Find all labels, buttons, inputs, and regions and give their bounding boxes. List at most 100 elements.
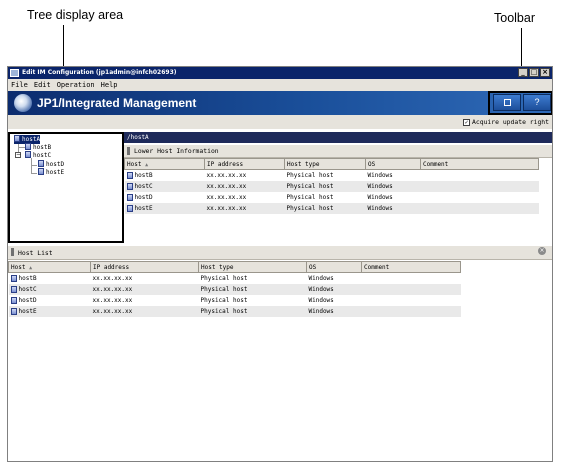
product-logo bbox=[14, 94, 32, 112]
tree-item-label: hostA bbox=[22, 136, 41, 143]
menu-edit[interactable]: Edit bbox=[34, 79, 51, 91]
acquire-update-right-checkbox[interactable]: ✓ bbox=[463, 118, 471, 126]
host-type-cell: Physical host bbox=[284, 202, 366, 214]
close-button[interactable]: × bbox=[540, 68, 550, 77]
host-cell: hostD bbox=[18, 296, 37, 304]
menu-file[interactable]: File bbox=[11, 79, 28, 91]
comment-cell bbox=[420, 180, 539, 192]
table-row[interactable]: hostD xx.xx.xx.xx Physical host Windows bbox=[125, 192, 539, 203]
host-cell: hostE bbox=[134, 204, 153, 212]
column-header-os[interactable]: OS bbox=[365, 158, 421, 170]
ip-cell: xx.xx.xx.xx bbox=[206, 193, 247, 201]
menu-help[interactable]: Help bbox=[101, 79, 118, 91]
app-icon bbox=[10, 69, 19, 77]
options-bar: ✓ Acquire update right bbox=[8, 115, 552, 129]
ip-cell: xx.xx.xx.xx bbox=[92, 296, 133, 304]
maximize-button[interactable]: □ bbox=[529, 68, 539, 77]
ip-cell: xx.xx.xx.xx bbox=[90, 283, 199, 295]
host-icon bbox=[10, 307, 17, 315]
lower-host-info-table: Host ▲ IP address Host type OS Comment h… bbox=[124, 158, 539, 214]
host-icon bbox=[25, 151, 31, 158]
tree-display-area-callout: Tree display area bbox=[27, 8, 124, 22]
host-cell: hostB bbox=[134, 171, 153, 179]
ip-cell: xx.xx.xx.xx bbox=[90, 305, 199, 317]
menu-operation[interactable]: Operation bbox=[57, 79, 95, 91]
table-row[interactable]: hostE xx.xx.xx.xx Physical host Windows bbox=[124, 202, 539, 214]
tree-connector bbox=[31, 158, 32, 174]
table-row[interactable]: hostB xx.xx.xx.xx Physical host Windows bbox=[125, 170, 539, 181]
table-row[interactable]: hostC xx.xx.xx.xx Physical host Windows bbox=[124, 180, 539, 192]
lower-host-info-title: Lower Host Information bbox=[134, 147, 219, 155]
host-cell: hostC bbox=[134, 182, 153, 190]
os-cell: Windows bbox=[365, 180, 421, 192]
host-list-table: Host ▲ IP address Host type OS Comment h… bbox=[8, 261, 461, 317]
column-header-host-type[interactable]: Host type bbox=[198, 261, 307, 273]
tree-display-area: hostA hostB − hostC hostD hostE bbox=[8, 132, 124, 243]
acquire-update-right-label: Acquire update right bbox=[472, 118, 549, 126]
title-bar: Edit IM Configuration (jp1admin@infch026… bbox=[8, 67, 552, 79]
column-header-ip[interactable]: IP address bbox=[90, 261, 199, 273]
os-cell: Windows bbox=[367, 193, 393, 201]
table-row[interactable]: hostB xx.xx.xx.xx Physical host Windows bbox=[9, 273, 461, 284]
os-cell: Windows bbox=[306, 305, 362, 317]
column-header-comment[interactable]: Comment bbox=[420, 158, 539, 170]
tree-item-label: hostC bbox=[33, 152, 52, 159]
app-header: JP1/Integrated Management ? bbox=[8, 91, 552, 115]
collapse-hostC-icon[interactable]: − bbox=[15, 152, 21, 158]
app-window: Edit IM Configuration (jp1admin@infch026… bbox=[7, 66, 553, 462]
host-icon bbox=[10, 274, 17, 282]
host-type-cell: Physical host bbox=[198, 283, 307, 295]
table-row[interactable]: hostD xx.xx.xx.xx Physical host Windows bbox=[9, 295, 461, 306]
host-icon bbox=[38, 168, 44, 175]
host-cell: hostE bbox=[18, 307, 37, 315]
sort-ascending-icon: ▲ bbox=[145, 161, 149, 168]
column-header-os[interactable]: OS bbox=[306, 261, 362, 273]
host-icon bbox=[126, 171, 133, 179]
comment-cell bbox=[362, 295, 461, 306]
app-name: JP1/Integrated Management bbox=[37, 96, 197, 110]
tree-connector bbox=[31, 173, 37, 174]
lower-host-info-title-bar: Lower Host Information bbox=[124, 145, 552, 158]
host-icon bbox=[25, 143, 31, 150]
column-header-host[interactable]: Host ▲ bbox=[124, 158, 205, 170]
host-type-cell: Physical host bbox=[286, 171, 334, 179]
comment-cell bbox=[421, 170, 539, 181]
column-header-host-type[interactable]: Host type bbox=[284, 158, 366, 170]
host-cell: hostD bbox=[134, 193, 153, 201]
tree-connector bbox=[18, 147, 25, 148]
host-icon bbox=[14, 135, 20, 142]
column-header-host[interactable]: Host ▲ bbox=[8, 261, 91, 273]
minimize-button[interactable]: _ bbox=[518, 68, 528, 77]
ip-cell: xx.xx.xx.xx bbox=[92, 274, 133, 282]
acquire-update-right-option[interactable]: ✓ Acquire update right bbox=[463, 117, 549, 127]
panel-grip-icon bbox=[127, 147, 130, 155]
tree-connector bbox=[31, 165, 37, 166]
host-icon bbox=[126, 182, 133, 190]
comment-cell bbox=[362, 273, 461, 284]
close-panel-icon[interactable]: × bbox=[538, 247, 546, 255]
os-cell: Windows bbox=[367, 171, 393, 179]
sort-ascending-icon: ▲ bbox=[29, 264, 33, 271]
comment-cell bbox=[421, 192, 539, 203]
host-cell: hostB bbox=[18, 274, 37, 282]
host-list-title-bar: Host List bbox=[8, 246, 552, 260]
column-header-ip[interactable]: IP address bbox=[204, 158, 285, 170]
ip-cell: xx.xx.xx.xx bbox=[204, 180, 285, 192]
table-row[interactable]: hostE xx.xx.xx.xx Physical host Windows bbox=[8, 305, 461, 317]
comment-cell bbox=[420, 202, 539, 214]
os-cell: Windows bbox=[308, 274, 334, 282]
host-icon bbox=[10, 285, 17, 293]
tree-item-hostE[interactable]: hostE bbox=[38, 168, 64, 177]
host-list-panel: Host List × Host ▲ IP address Host type … bbox=[8, 243, 552, 461]
lower-host-info-panel: /hostA Lower Host Information Host ▲ IP … bbox=[124, 132, 552, 243]
column-header-comment[interactable]: Comment bbox=[361, 261, 461, 273]
table-row[interactable]: hostC xx.xx.xx.xx Physical host Windows bbox=[8, 283, 461, 295]
path-bar: /hostA bbox=[124, 132, 552, 143]
host-list-title: Host List bbox=[18, 249, 53, 257]
host-type-cell: Physical host bbox=[200, 296, 248, 304]
tree-item-hostC[interactable]: hostC bbox=[25, 151, 51, 160]
host-cell: hostC bbox=[18, 285, 37, 293]
tree-item-label: hostD bbox=[46, 161, 65, 168]
host-icon bbox=[126, 193, 133, 201]
host-icon bbox=[10, 296, 17, 304]
